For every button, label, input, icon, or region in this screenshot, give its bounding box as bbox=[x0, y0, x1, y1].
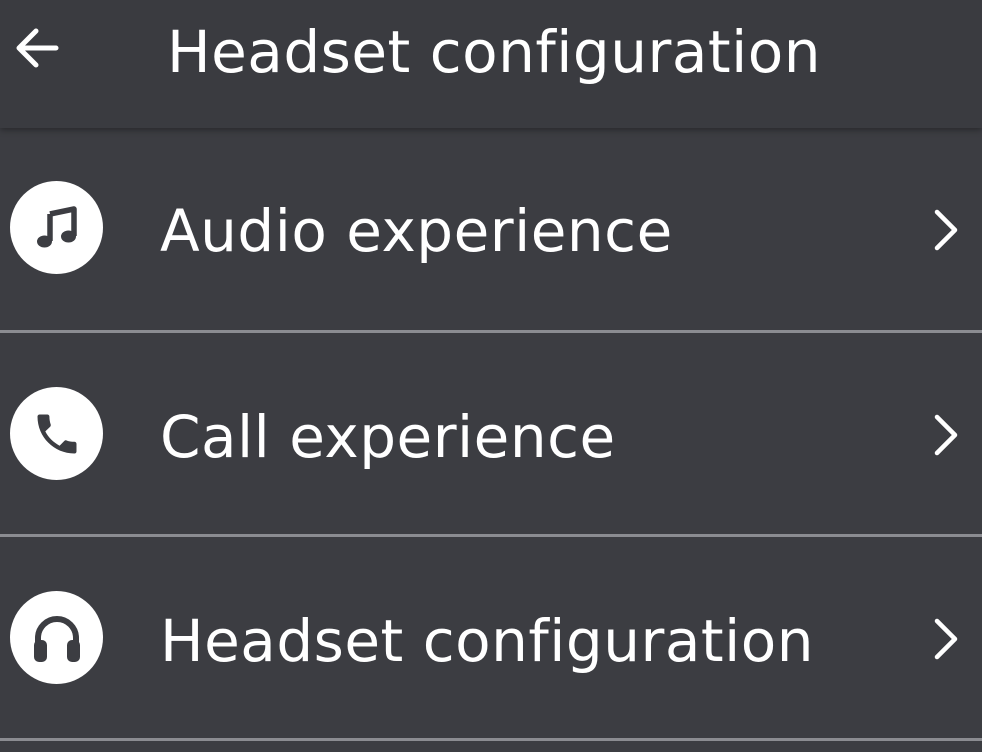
app-bar: Headset configuration bbox=[0, 0, 982, 128]
music-note-icon bbox=[10, 181, 103, 274]
chevron-right-icon bbox=[928, 206, 964, 254]
page-title: Headset configuration bbox=[167, 18, 821, 86]
phone-icon bbox=[10, 387, 103, 480]
menu-item-headset-configuration[interactable]: Headset configuration bbox=[0, 537, 982, 741]
menu-item-audio-experience[interactable]: Audio experience bbox=[0, 128, 982, 333]
menu-item-label: Audio experience bbox=[160, 197, 673, 265]
settings-list: Audio experience Call experience Headset… bbox=[0, 128, 982, 741]
chevron-right-icon bbox=[928, 411, 964, 459]
back-button[interactable] bbox=[8, 22, 64, 78]
menu-item-call-experience[interactable]: Call experience bbox=[0, 333, 982, 537]
headphones-icon bbox=[10, 591, 103, 684]
menu-item-label: Headset configuration bbox=[160, 607, 814, 675]
app-screen: Headset configuration Audio experience C… bbox=[0, 0, 982, 752]
arrow-left-icon bbox=[12, 24, 60, 76]
menu-item-label: Call experience bbox=[160, 403, 616, 471]
chevron-right-icon bbox=[928, 615, 964, 663]
